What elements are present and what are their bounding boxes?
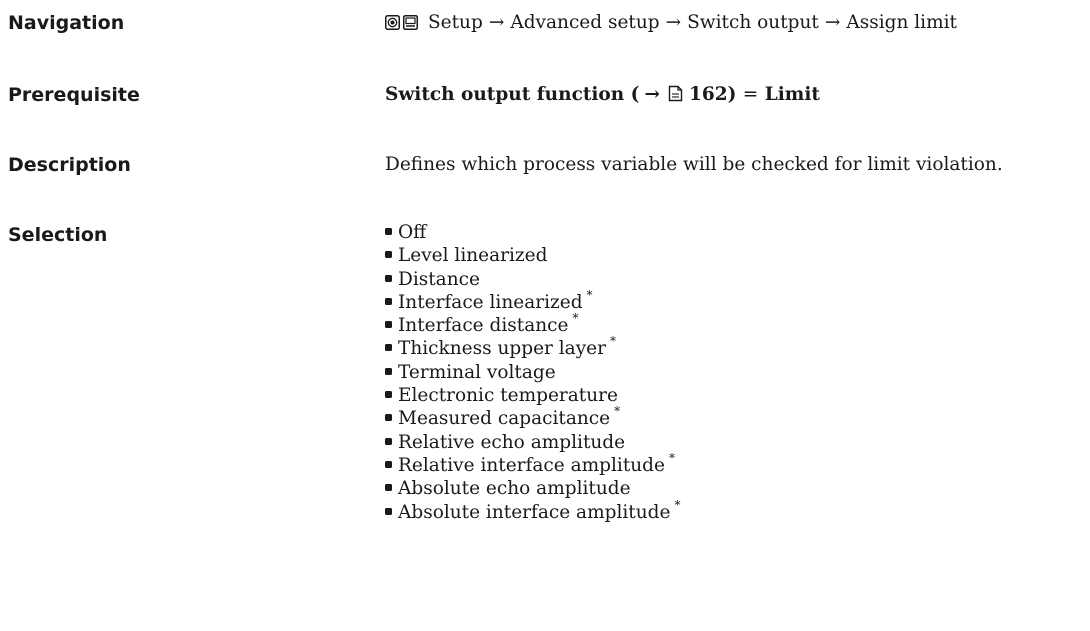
nav-arrow-icon: → <box>488 12 505 33</box>
prerequisite-value: Limit <box>764 84 820 105</box>
footnote-marker: * <box>674 497 681 512</box>
list-item: Thickness upper layer * <box>385 334 680 360</box>
list-item: Interface distance * <box>385 311 680 337</box>
footnote-marker: * <box>614 404 621 419</box>
expert-menu-icon <box>385 15 400 30</box>
selection-list: Off Level linearized Distance Interface … <box>385 221 680 524</box>
bullet-icon <box>385 251 392 259</box>
description-text: Defines which process variable will be c… <box>385 154 1003 175</box>
bullet-icon <box>385 414 392 422</box>
nav-arrow-icon: → <box>824 12 841 33</box>
bullet-icon <box>385 297 392 305</box>
nav-step-switch-output[interactable]: Switch output <box>687 12 819 33</box>
list-item: Level linearized <box>385 244 680 267</box>
list-item: Electronic temperature <box>385 384 680 407</box>
bullet-icon <box>385 507 392 515</box>
footnote-marker: * <box>609 334 616 349</box>
menu-icons <box>385 15 418 30</box>
nav-step-advanced-setup[interactable]: Advanced setup <box>510 12 659 33</box>
open-paren: ( <box>630 84 640 105</box>
nav-step-assign-limit[interactable]: Assign limit <box>846 12 957 33</box>
footnote-marker: * <box>572 311 579 326</box>
page-ref-arrow-icon: → <box>644 84 660 105</box>
footnote-marker: * <box>668 450 675 465</box>
document-page-icon <box>668 85 683 102</box>
bullet-icon <box>385 367 392 375</box>
footnote-marker: * <box>586 287 593 302</box>
navigation-path: Setup → Advanced setup → Switch output → Assig… <box>385 10 957 36</box>
list-item: Absolute echo amplitude <box>385 477 680 500</box>
description-label: Description <box>8 154 131 176</box>
nav-arrow-icon: → <box>665 12 682 33</box>
navigation-label: Navigation <box>8 12 125 34</box>
prerequisite-parameter[interactable]: Switch output function <box>385 84 624 105</box>
list-item: Off <box>385 221 680 244</box>
list-item: Distance <box>385 268 680 291</box>
list-item: Measured capacitance * <box>385 404 680 430</box>
prerequisite-condition: Switch output function (→ 162) = Limit <box>385 82 820 108</box>
list-item: Absolute interface amplitude * <box>385 497 681 524</box>
bullet-icon <box>385 484 392 492</box>
bullet-icon <box>385 344 392 352</box>
bullet-icon <box>385 460 392 468</box>
list-item: Terminal voltage <box>385 361 680 384</box>
page-ref-number[interactable]: 162 <box>689 84 728 105</box>
equals-sign: = <box>742 84 759 105</box>
bullet-icon <box>385 228 392 235</box>
bullet-icon <box>385 391 392 399</box>
close-paren: ) <box>727 84 737 105</box>
selection-label: Selection <box>8 224 108 246</box>
nav-step-setup[interactable]: Setup <box>428 12 483 33</box>
list-item: Interface linearized * <box>385 287 680 314</box>
display-menu-icon <box>403 15 418 30</box>
bullet-icon <box>385 321 392 329</box>
list-item: Relative interface amplitude * <box>385 450 680 477</box>
list-item: Relative echo amplitude <box>385 431 680 454</box>
bullet-icon <box>385 274 392 282</box>
prerequisite-label: Prerequisite <box>8 84 140 106</box>
bullet-icon <box>385 437 392 445</box>
